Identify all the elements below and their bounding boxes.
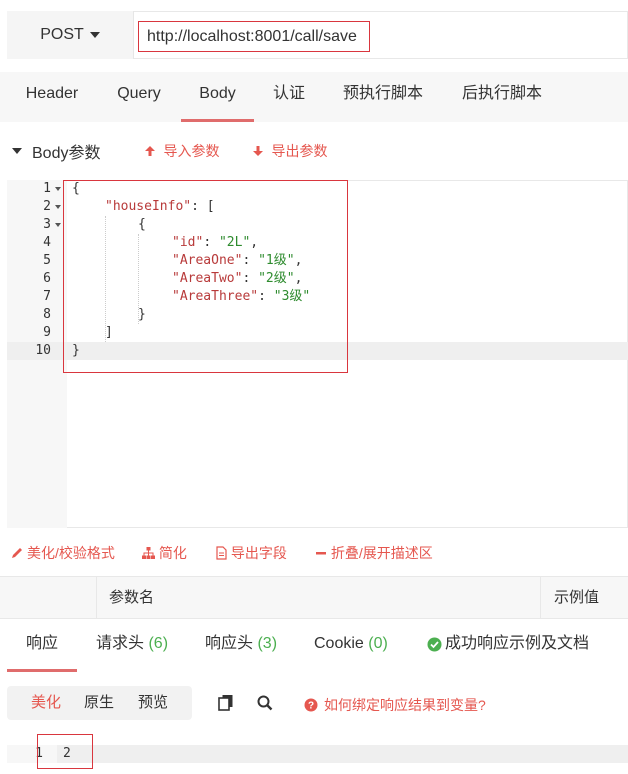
simplify-button[interactable]: 简化 — [141, 543, 187, 563]
question-circle-icon: ? — [304, 698, 318, 712]
line-number: 9 — [43, 325, 51, 340]
bind-response-help-link[interactable]: ? 如何绑定响应结果到变量? — [304, 695, 486, 715]
method-select[interactable]: POST — [7, 11, 134, 59]
svg-text:?: ? — [308, 701, 314, 712]
import-params-button[interactable]: 导入参数 — [143, 141, 219, 161]
tab-post-script[interactable]: 后执行脚本 — [453, 72, 551, 122]
pen-icon — [12, 548, 22, 558]
view-raw[interactable]: 原生 — [84, 686, 114, 720]
column-divider — [96, 576, 97, 619]
arrow-down-icon — [253, 146, 264, 156]
file-icon — [216, 546, 227, 560]
active-tab-indicator — [181, 119, 254, 122]
highlight-box — [63, 180, 348, 373]
column-header-example: 示例值 — [554, 589, 600, 606]
tab-response-headers[interactable]: 响应头 (3) — [205, 622, 277, 672]
line-number: 7 — [43, 289, 51, 304]
response-line — [7, 745, 628, 763]
fold-toggle-icon[interactable] — [55, 205, 61, 209]
highlight-box — [37, 734, 93, 769]
column-divider — [540, 576, 541, 619]
body-params-header: Body参数 导入参数 导出参数 — [0, 131, 628, 171]
tab-success-example[interactable]: 成功响应示例及文档 — [427, 622, 589, 666]
method-label: POST — [40, 26, 84, 43]
arrow-up-icon — [145, 146, 156, 156]
search-icon[interactable] — [257, 695, 273, 711]
column-header-param-name: 参数名 — [109, 589, 155, 606]
line-number: 2 — [43, 199, 51, 214]
copy-icon[interactable] — [218, 694, 234, 711]
line-number: 8 — [43, 307, 51, 322]
tab-auth[interactable]: 认证 — [265, 72, 313, 122]
body-params-title: Body参数 — [32, 145, 101, 162]
fold-description-button[interactable]: 折叠/展开描述区 — [315, 543, 433, 563]
line-number: 1 — [43, 181, 51, 196]
line-number: 10 — [35, 343, 51, 358]
tab-query[interactable]: Query — [106, 72, 172, 122]
editor-toolbar: 美化/校验格式 简化 导出字段 折叠/展开描述区 — [0, 535, 628, 571]
caret-down-icon — [89, 32, 100, 38]
view-preview[interactable]: 预览 — [138, 686, 168, 720]
view-beautify[interactable]: 美化 — [31, 686, 61, 720]
collapse-icon[interactable] — [12, 148, 22, 154]
minus-icon — [315, 552, 326, 555]
tab-response[interactable]: 响应 — [7, 622, 77, 672]
export-fields-button[interactable]: 导出字段 — [215, 543, 287, 563]
fold-toggle-icon[interactable] — [55, 187, 61, 191]
line-number: 4 — [43, 235, 51, 250]
tab-request-headers[interactable]: 请求头 (6) — [96, 622, 168, 672]
tab-header[interactable]: Header — [14, 72, 90, 122]
tab-body[interactable]: Body — [181, 72, 254, 122]
active-tab-indicator — [7, 669, 77, 672]
beautify-button[interactable]: 美化/校验格式 — [10, 543, 115, 563]
param-table-header — [0, 576, 628, 619]
url-input[interactable]: http://localhost:8001/call/save — [138, 21, 370, 52]
export-params-button[interactable]: 导出参数 — [251, 141, 327, 161]
tab-pre-script[interactable]: 预执行脚本 — [334, 72, 432, 122]
sitemap-icon — [141, 547, 155, 559]
fold-toggle-icon[interactable] — [55, 223, 61, 227]
check-circle-icon — [427, 637, 442, 651]
line-number: 5 — [43, 253, 51, 268]
line-number: 3 — [43, 217, 51, 232]
tab-cookie[interactable]: Cookie (0) — [314, 622, 388, 672]
line-number: 6 — [43, 271, 51, 286]
